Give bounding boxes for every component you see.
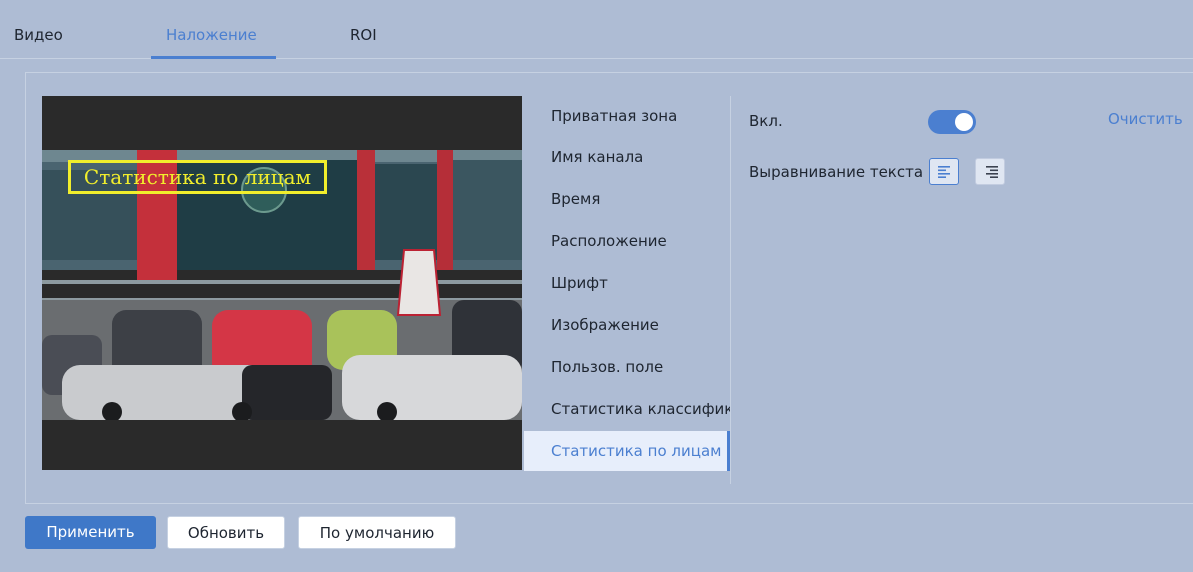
tab-overlay[interactable]: Наложение [166,0,257,58]
menu-item-time[interactable]: Время [524,179,730,219]
menu-item-face-stats[interactable]: Статистика по лицам [524,431,730,471]
align-left-button[interactable] [929,158,959,185]
refresh-button[interactable]: Обновить [167,516,285,549]
tab-bar: Видео Наложение ROI [0,0,1193,59]
default-button[interactable]: По умолчанию [298,516,456,549]
tab-video[interactable]: Видео [14,0,63,58]
text-align-label: Выравнивание текста [749,163,924,181]
align-right-button[interactable] [975,158,1005,185]
toggle-knob [955,113,973,131]
tab-roi[interactable]: ROI [350,0,377,58]
clear-link[interactable]: Очистить [1108,110,1183,128]
menu-item-channel-name[interactable]: Имя канала [524,137,730,177]
apply-button[interactable]: Применить [25,516,156,549]
enable-label: Вкл. [749,112,783,130]
menu-divider [730,96,731,484]
overlay-text-box[interactable]: Статистика по лицам [68,160,327,194]
video-preview [42,96,522,470]
enable-toggle[interactable] [928,110,976,134]
menu-item-privacy-zone[interactable]: Приватная зона [524,96,730,136]
align-right-icon [986,166,998,178]
menu-item-classification-stats[interactable]: Статистика классифика... [524,389,730,429]
active-tab-indicator [151,56,276,59]
menu-item-image[interactable]: Изображение [524,305,730,345]
align-left-icon [938,166,950,178]
menu-item-font[interactable]: Шрифт [524,263,730,303]
overlay-menu: Приватная зона Имя канала Время Располож… [524,96,730,476]
menu-item-custom-field[interactable]: Пользов. поле [524,347,730,387]
overlay-text: Статистика по лицам [83,165,312,189]
menu-item-location[interactable]: Расположение [524,221,730,261]
